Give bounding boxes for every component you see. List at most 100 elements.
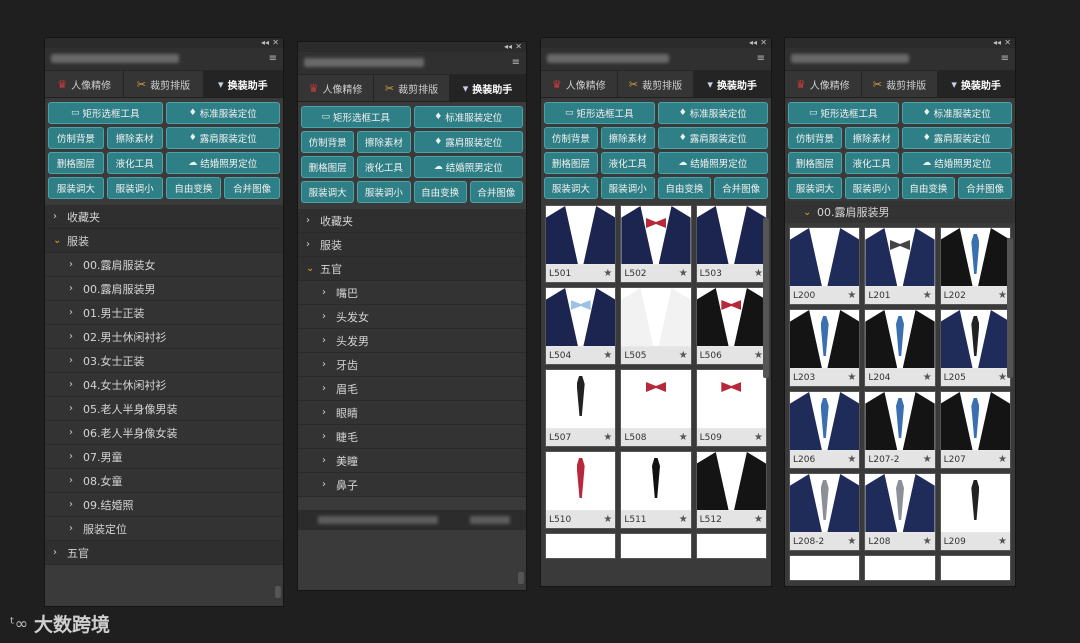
enlarge-button[interactable]: 服装调大 [301, 181, 355, 203]
star-icon[interactable]: ★ [679, 514, 688, 525]
collapse-icon[interactable]: ◂◂ [261, 37, 269, 48]
shoulder-position-button[interactable]: ♦ 露肩服装定位 [413, 131, 523, 153]
clothing-thumbnail[interactable]: L208 ★ [864, 473, 936, 551]
delete-layer-button[interactable]: 删格图层 [788, 152, 842, 174]
clothing-thumbnail[interactable]: L506 ★ [695, 287, 767, 365]
tree-item[interactable]: › 收藏夹 [45, 205, 283, 229]
clothing-thumbnail[interactable]: L207 ★ [939, 391, 1011, 469]
star-icon[interactable]: ★ [754, 432, 763, 443]
clothing-thumbnail[interactable]: L505 ★ [620, 287, 692, 365]
tab-retouch[interactable]: ♛ 人像精修 [541, 71, 618, 97]
liquify-button[interactable]: 液化工具 [600, 152, 655, 174]
star-icon[interactable]: ★ [998, 290, 1007, 301]
free-transform-button[interactable]: 自由变换 [657, 177, 712, 199]
tab-outfit-assistant[interactable]: ▾ 换装助手 [203, 71, 283, 97]
merge-button[interactable]: 合并图像 [714, 177, 768, 199]
clothing-thumbnail[interactable]: L509 ★ [695, 369, 767, 447]
delete-layer-button[interactable]: 删格图层 [301, 156, 355, 178]
tree-item[interactable]: › 00.露肩服装男 [45, 277, 283, 301]
wedding-position-button[interactable]: ☁ 结婚照男定位 [657, 152, 768, 174]
clothing-thumbnail[interactable]: L510 ★ [545, 451, 617, 529]
star-icon[interactable]: ★ [923, 536, 932, 547]
imitate-background-button[interactable]: 仿制背景 [48, 127, 104, 149]
star-icon[interactable]: ★ [923, 372, 932, 383]
tree-item[interactable]: › 06.老人半身像女装 [45, 421, 283, 445]
tab-crop-layout[interactable]: ✂ 裁剪排版 [124, 71, 204, 97]
shrink-button[interactable]: 服装调小 [600, 177, 655, 199]
shoulder-position-button[interactable]: ♦ 露肩服装定位 [165, 127, 280, 149]
tab-retouch[interactable]: ♛ 人像精修 [45, 71, 125, 97]
clothing-thumbnail[interactable]: L508 ★ [620, 369, 692, 447]
tree-item[interactable]: › 04.女士休闲衬衫 [45, 373, 283, 397]
clothing-thumbnail[interactable]: L501 ★ [545, 205, 617, 283]
tree-item[interactable]: › 牙齿 [298, 353, 526, 377]
star-icon[interactable]: ★ [998, 536, 1007, 547]
tab-outfit-assistant[interactable]: ▾ 换装助手 [694, 71, 772, 97]
clothing-thumbnail[interactable]: L204 ★ [864, 309, 936, 387]
clothing-thumbnail[interactable] [789, 555, 861, 581]
tree-item[interactable]: › 眉毛 [298, 377, 526, 401]
rect-select-button[interactable]: ▭ 矩形选框工具 [301, 106, 411, 128]
tree-item[interactable]: › 00.露肩服装女 [45, 253, 283, 277]
clothing-thumbnail[interactable]: L503 ★ [695, 205, 767, 283]
star-icon[interactable]: ★ [603, 268, 612, 279]
enlarge-button[interactable]: 服装调大 [544, 177, 598, 199]
merge-button[interactable]: 合并图像 [469, 181, 523, 203]
standard-position-button[interactable]: ♦ 标准服装定位 [657, 102, 768, 124]
merge-button[interactable]: 合并图像 [958, 177, 1012, 199]
section-header[interactable]: ⌄ 00.露肩服装男 [785, 201, 1015, 223]
tree-item[interactable]: › 07.男童 [45, 445, 283, 469]
clothing-thumbnail[interactable] [939, 555, 1011, 581]
scrollbar[interactable] [1007, 238, 1013, 378]
imitate-background-button[interactable]: 仿制背景 [301, 131, 355, 153]
enlarge-button[interactable]: 服装调大 [48, 177, 104, 199]
close-icon[interactable]: ✕ [272, 37, 279, 48]
star-icon[interactable]: ★ [603, 350, 612, 361]
tree-item[interactable]: › 眼睛 [298, 401, 526, 425]
free-transform-button[interactable]: 自由变换 [413, 181, 467, 203]
tab-crop-layout[interactable]: ✂ 裁剪排版 [617, 71, 695, 97]
close-icon[interactable]: ✕ [760, 37, 767, 48]
clothing-thumbnail[interactable]: L203 ★ [789, 309, 861, 387]
star-icon[interactable]: ★ [923, 290, 932, 301]
tree-item[interactable]: › 02.男士休闲衬衫 [45, 325, 283, 349]
star-icon[interactable]: ★ [754, 350, 763, 361]
shrink-button[interactable]: 服装调小 [106, 177, 163, 199]
erase-material-button[interactable]: 擦除素材 [844, 127, 899, 149]
tree-item[interactable]: › 头发女 [298, 305, 526, 329]
rect-select-button[interactable]: ▭ 矩形选框工具 [788, 102, 899, 124]
tab-retouch[interactable]: ♛ 人像精修 [298, 75, 374, 101]
rect-select-button[interactable]: ▭ 矩形选框工具 [48, 102, 163, 124]
menu-icon[interactable]: ≡ [269, 54, 277, 64]
tree-item[interactable]: › 服装定位 [45, 517, 283, 541]
menu-icon[interactable]: ≡ [1001, 54, 1009, 64]
star-icon[interactable]: ★ [679, 268, 688, 279]
clothing-thumbnail[interactable]: L202 ★ [939, 227, 1011, 305]
tab-outfit-assistant[interactable]: ▾ 换装助手 [938, 71, 1016, 97]
star-icon[interactable]: ★ [679, 350, 688, 361]
delete-layer-button[interactable]: 删格图层 [544, 152, 598, 174]
free-transform-button[interactable]: 自由变换 [901, 177, 956, 199]
collapse-icon[interactable]: ◂◂ [504, 41, 512, 52]
tab-outfit-assistant[interactable]: ▾ 换装助手 [450, 75, 526, 101]
shoulder-position-button[interactable]: ♦ 露肩服装定位 [901, 127, 1012, 149]
shrink-button[interactable]: 服装调小 [844, 177, 899, 199]
clothing-thumbnail[interactable]: L511 ★ [620, 451, 692, 529]
star-icon[interactable]: ★ [998, 372, 1007, 383]
collapse-icon[interactable]: ◂◂ [749, 37, 757, 48]
close-icon[interactable]: ✕ [515, 41, 522, 52]
star-icon[interactable]: ★ [847, 454, 856, 465]
tree-item[interactable]: › 睫毛 [298, 425, 526, 449]
liquify-button[interactable]: 液化工具 [106, 152, 163, 174]
standard-position-button[interactable]: ♦ 标准服装定位 [901, 102, 1012, 124]
clothing-thumbnail[interactable] [695, 533, 767, 559]
tab-retouch[interactable]: ♛ 人像精修 [785, 71, 862, 97]
clothing-thumbnail[interactable]: L201 ★ [864, 227, 936, 305]
clothing-thumbnail[interactable]: L507 ★ [545, 369, 617, 447]
star-icon[interactable]: ★ [847, 290, 856, 301]
erase-material-button[interactable]: 擦除素材 [600, 127, 655, 149]
imitate-background-button[interactable]: 仿制背景 [788, 127, 842, 149]
star-icon[interactable]: ★ [847, 372, 856, 383]
clothing-thumbnail[interactable]: L206 ★ [789, 391, 861, 469]
shrink-button[interactable]: 服装调小 [357, 181, 411, 203]
